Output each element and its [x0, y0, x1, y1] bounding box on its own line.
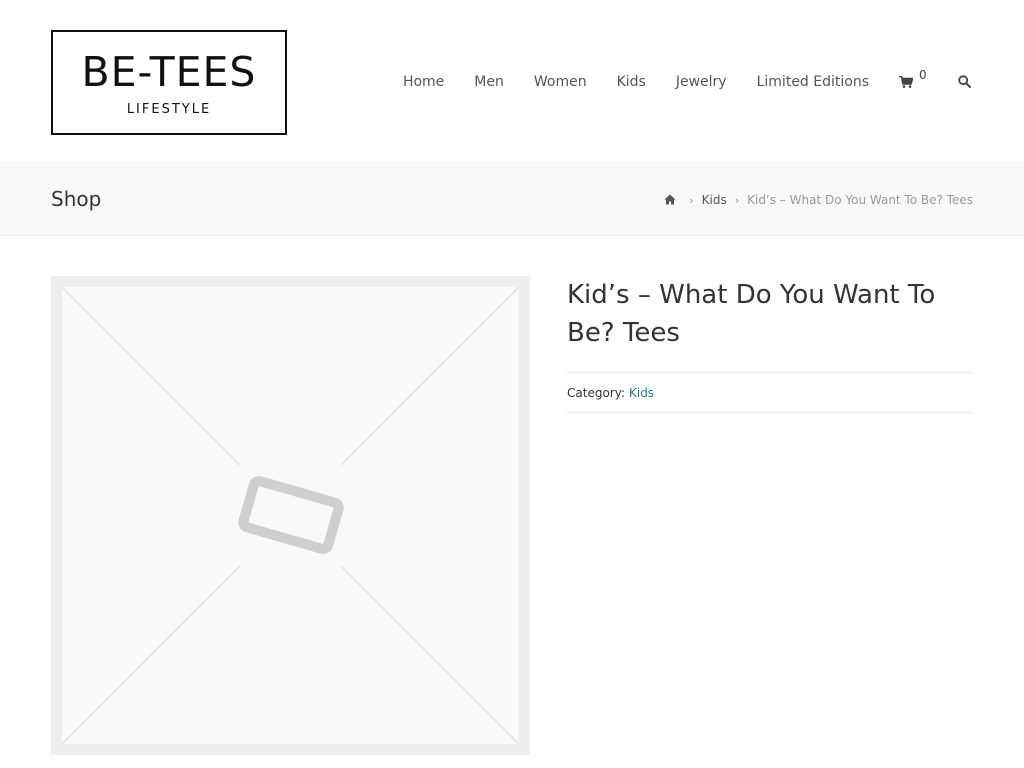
logo-title: BE-TEES: [81, 48, 257, 96]
breadcrumb-chevron-icon: ›: [689, 193, 694, 207]
cart-count: 0: [919, 68, 927, 82]
nav-item-kids[interactable]: Kids: [617, 74, 646, 90]
main-navigation: Home Men Women Kids Jewelry Limited Edit…: [403, 68, 973, 94]
product-title: Kid’s – What Do You Want To Be? Tees: [567, 276, 973, 373]
category-label: Category:: [567, 385, 625, 400]
nav-item-men[interactable]: Men: [474, 74, 504, 90]
image-placeholder: [62, 287, 519, 744]
nav-item-women[interactable]: Women: [534, 74, 587, 90]
search-icon: [958, 75, 971, 88]
product-summary: Kid’s – What Do You Want To Be? Tees Cat…: [567, 276, 973, 413]
category-link[interactable]: Kids: [629, 386, 654, 400]
site-logo[interactable]: BE-TEES LIFESTYLE: [51, 30, 287, 135]
page-title: Shop: [51, 187, 102, 211]
site-header: BE-TEES LIFESTYLE Home Men Women Kids Je…: [0, 0, 1024, 164]
breadcrumb-current: Kid’s – What Do You Want To Be? Tees: [747, 193, 973, 207]
shopping-cart-icon: [899, 76, 913, 88]
breadcrumb-category[interactable]: Kids: [702, 193, 727, 207]
logo-subtitle: LIFESTYLE: [126, 102, 212, 117]
product-meta: Category: Kids: [567, 373, 973, 413]
nav-item-jewelry[interactable]: Jewelry: [676, 74, 727, 90]
nav-item-limited-editions[interactable]: Limited Editions: [757, 74, 869, 90]
product-image[interactable]: [51, 276, 530, 755]
search-button[interactable]: [957, 70, 973, 94]
image-placeholder-icon: [62, 287, 519, 744]
nav-item-home[interactable]: Home: [403, 74, 444, 90]
breadcrumb: › Kids › Kid’s – What Do You Want To Be?…: [664, 193, 973, 207]
home-icon[interactable]: [664, 194, 676, 206]
page-title-bar: Shop › Kids › Kid’s – What Do You Want T…: [0, 165, 1024, 236]
cart-button[interactable]: 0: [899, 68, 927, 94]
breadcrumb-chevron-icon: ›: [734, 193, 740, 207]
